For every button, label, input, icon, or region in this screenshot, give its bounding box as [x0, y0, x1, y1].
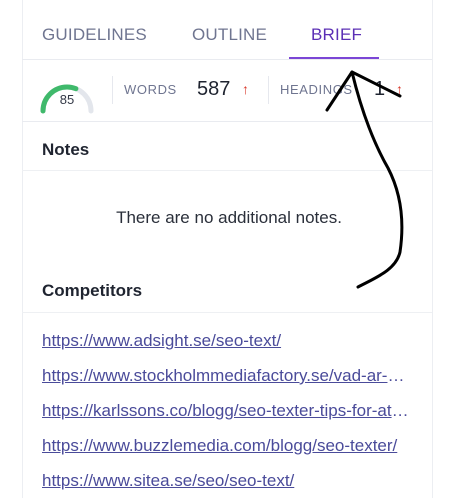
stats-divider: [22, 121, 432, 122]
tab-brief[interactable]: BRIEF: [311, 25, 362, 45]
notes-divider: [22, 170, 432, 171]
competitor-link[interactable]: https://karlssons.co/blogg/seo-texter-ti…: [42, 401, 412, 421]
words-value: 587: [197, 78, 231, 100]
competitor-link[interactable]: https://www.adsight.se/seo-text/: [42, 331, 412, 351]
competitor-link[interactable]: https://www.sitea.se/seo/seo-text/: [42, 471, 412, 491]
competitor-link[interactable]: https://www.stockholmmediafactory.se/vad…: [42, 366, 412, 386]
stats-separator: [112, 76, 113, 104]
words-trend-up-icon: ↑: [242, 81, 249, 97]
panel-right-border: [432, 0, 433, 498]
competitors-divider: [22, 312, 432, 313]
score-gauge: 85: [38, 70, 96, 114]
words-label: WORDS: [124, 82, 177, 97]
headings-label: HEADINGS: [280, 82, 353, 97]
notes-empty-message: There are no additional notes.: [116, 208, 342, 227]
score-value: 85: [59, 92, 75, 107]
headings-trend-up-icon: ↑: [396, 81, 403, 97]
tab-guidelines[interactable]: GUIDELINES: [42, 25, 147, 45]
tab-bar: GUIDELINES OUTLINE BRIEF: [22, 0, 432, 60]
tab-outline[interactable]: OUTLINE: [192, 25, 267, 45]
stats-row: 85 WORDS 587 ↑ HEADINGS 1 ↑: [22, 60, 432, 122]
stats-separator: [268, 76, 269, 104]
competitor-link[interactable]: https://www.buzzlemedia.com/blogg/seo-te…: [42, 436, 412, 456]
headings-value: 1: [374, 78, 386, 100]
seo-brief-panel: GUIDELINES OUTLINE BRIEF 85 WORDS 587 ↑ …: [0, 0, 458, 498]
notes-heading: Notes: [42, 140, 90, 159]
competitors-heading: Competitors: [42, 281, 143, 300]
